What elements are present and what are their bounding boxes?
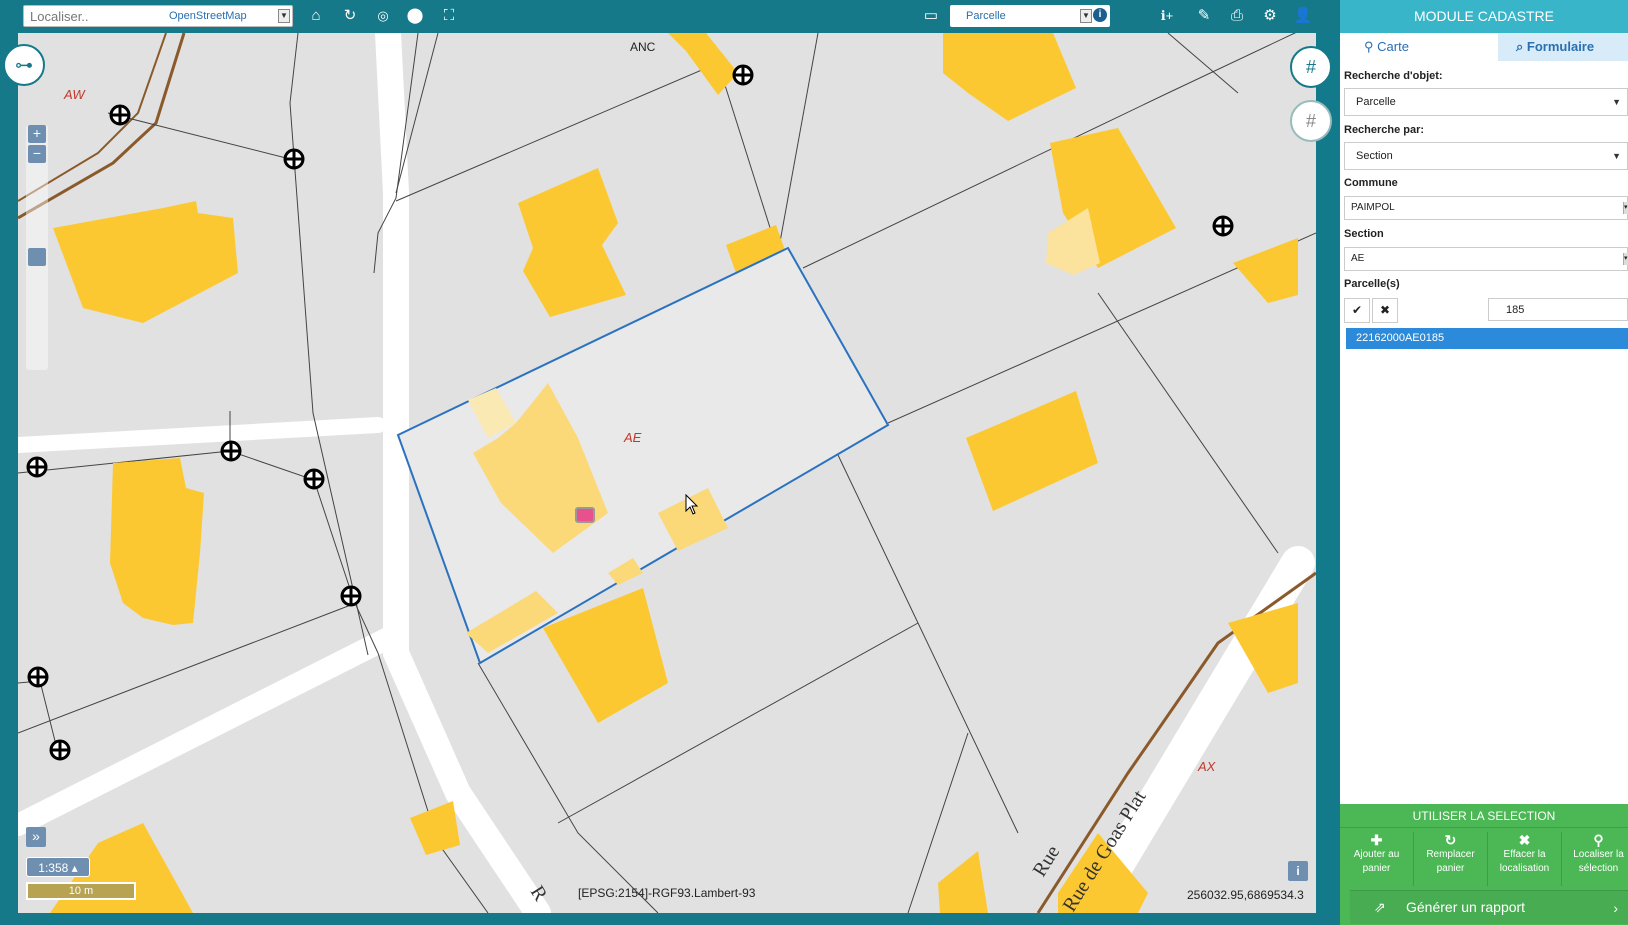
layer-tree-button[interactable]: ⊶ xyxy=(3,44,45,86)
fullscreen-icon[interactable]: ⛶ xyxy=(438,6,460,26)
caret-down-icon: ▾ xyxy=(1623,253,1628,265)
marker-icon: ⚲ xyxy=(1364,39,1378,54)
street-label-rue: Rue xyxy=(1029,842,1065,881)
left-border xyxy=(0,33,18,925)
chevron-down-icon: ▼ xyxy=(1080,9,1092,23)
commune-field[interactable]: PAIMPOL ▾ xyxy=(1344,196,1628,220)
map-canvas[interactable]: AW ANC AE AX Rue Rue de Goas Plat R xyxy=(18,33,1316,913)
projection-label: [EPSG:2154]-RGF93.Lambert-93 xyxy=(578,886,756,900)
sitemap-icon: ⊶ xyxy=(15,55,33,75)
grid-toggle-button[interactable]: # xyxy=(1290,46,1332,88)
layer-select[interactable]: Parcelle ▼ i xyxy=(950,5,1110,27)
user-icon[interactable]: 👤 xyxy=(1292,6,1314,26)
grid-icon: # xyxy=(1305,57,1316,77)
zoom-in-button[interactable]: + xyxy=(28,125,46,143)
grid-off-icon: # xyxy=(1305,111,1316,131)
commune-value: PAIMPOL xyxy=(1351,202,1395,213)
tab-carte[interactable]: ⚲ Carte xyxy=(1340,33,1498,61)
panel-tabs: ⚲ Carte ⌕ Formulaire xyxy=(1340,33,1628,61)
clear-selection-button[interactable]: ✖ xyxy=(1372,298,1398,323)
ruler-icon[interactable]: ▭ xyxy=(920,6,942,26)
search-by-label: Recherche par: xyxy=(1344,124,1425,136)
external-link-icon: ⇗ xyxy=(1374,899,1386,915)
section-label-ax: AX xyxy=(1197,759,1217,774)
section-label-aw: AW xyxy=(63,87,86,102)
map-bottom-border xyxy=(0,913,1340,925)
replace-basket-label: Remplacer panier xyxy=(1426,849,1475,874)
parcel-result-item[interactable]: 22162000AE0185 xyxy=(1346,328,1628,349)
locate-selection-button[interactable]: ⚲ Localiser la sélection xyxy=(1562,832,1628,886)
basemap-select-label: OpenStreetMap xyxy=(169,10,247,22)
top-toolbar: OpenStreetMap ▼ ⌂ ↻ ◎ ⬤ ⛶ ▭ Parcelle ▼ i… xyxy=(0,0,1340,33)
clear-location-button[interactable]: ✖ Effacer la localisation xyxy=(1488,832,1561,886)
basemap-select[interactable]: OpenStreetMap ▼ xyxy=(147,6,292,26)
search-object-value: Parcelle xyxy=(1356,96,1396,108)
select-all-button[interactable]: ✔ xyxy=(1344,298,1370,323)
locate-input[interactable] xyxy=(24,6,144,26)
draw-icon[interactable]: ✎ xyxy=(1193,6,1215,26)
chevron-right-icon: › xyxy=(1613,900,1618,916)
locate-selection-label: Localiser la sélection xyxy=(1573,849,1624,874)
generate-report-button[interactable]: ⇗ Générer un rapport › xyxy=(1350,890,1628,924)
selection-marker xyxy=(575,507,595,523)
gear-icon[interactable]: ⚙ xyxy=(1259,6,1281,26)
section-label: Section xyxy=(1344,228,1384,240)
globe-icon[interactable]: ◎ xyxy=(372,6,394,26)
expand-panel-button[interactable]: » xyxy=(26,827,46,847)
layer-select-label: Parcelle xyxy=(966,10,1006,22)
search-object-select[interactable]: Parcelle ▼ xyxy=(1344,88,1628,116)
tab-formulaire[interactable]: ⌕ Formulaire xyxy=(1498,33,1628,61)
section-field[interactable]: AE ▾ xyxy=(1344,247,1628,271)
home-icon[interactable]: ⌂ xyxy=(305,6,327,26)
close-icon: ✖ xyxy=(1518,832,1531,848)
replace-basket-button[interactable]: ↻ Remplacer panier xyxy=(1414,832,1487,886)
clear-location-label: Effacer la localisation xyxy=(1499,849,1550,874)
commune-label: Commune xyxy=(1344,177,1398,189)
info-plus-icon[interactable]: ℹ+ xyxy=(1152,6,1182,26)
label-anc: ANC xyxy=(630,40,656,54)
road-southwest xyxy=(18,627,399,836)
chevron-down-icon: ▼ xyxy=(278,9,290,23)
map-svg: AW ANC AE AX Rue Rue de Goas Plat R xyxy=(18,33,1316,913)
zoom-control: + − xyxy=(26,125,48,370)
add-to-basket-button[interactable]: ✚ Ajouter au panier xyxy=(1340,832,1413,886)
scale-selector[interactable]: 1:358 ▴ xyxy=(26,857,90,877)
scale-bar: 10 m xyxy=(26,882,136,900)
use-selection-section: UTILISER LA SELECTION ✚ Ajouter au panie… xyxy=(1340,804,1628,925)
search-by-select[interactable]: Section ▼ xyxy=(1344,142,1628,170)
plus-icon: ✚ xyxy=(1370,832,1383,848)
panel-title: MODULE CADASTRE xyxy=(1340,0,1628,33)
search-by-value: Section xyxy=(1356,150,1393,162)
locate-box: OpenStreetMap ▼ xyxy=(23,5,293,27)
section-label-ae: AE xyxy=(623,430,642,445)
cadastre-panel: MODULE CADASTRE ⚲ Carte ⌕ Formulaire Rec… xyxy=(1340,0,1628,925)
map-info-button[interactable]: i xyxy=(1288,861,1308,881)
check-icon: ✔ xyxy=(1351,303,1363,317)
caret-down-icon: ▼ xyxy=(1612,151,1621,161)
section-value: AE xyxy=(1351,253,1365,264)
info-icon[interactable]: i xyxy=(1093,8,1107,22)
caret-down-icon: ▾ xyxy=(1623,202,1628,214)
tab-carte-label: Carte xyxy=(1377,39,1409,54)
add-to-basket-label: Ajouter au panier xyxy=(1353,849,1400,874)
zoom-out-button[interactable]: − xyxy=(28,145,46,163)
search-icon: ⌕ xyxy=(1516,39,1527,54)
refresh-icon[interactable]: ↻ xyxy=(339,6,361,26)
grid-off-button[interactable]: # xyxy=(1290,100,1332,142)
print-icon[interactable]: ⎙ xyxy=(1226,6,1248,26)
generate-report-label: Générer un rapport xyxy=(1406,899,1526,915)
marker-icon[interactable]: ⬤ xyxy=(404,6,426,26)
use-selection-title: UTILISER LA SELECTION xyxy=(1340,804,1628,828)
road-west xyxy=(18,417,386,453)
parcel-filter-input[interactable] xyxy=(1488,298,1628,321)
refresh-icon: ↻ xyxy=(1444,832,1457,848)
tab-formulaire-label: Formulaire xyxy=(1526,39,1595,54)
caret-down-icon: ▼ xyxy=(1612,97,1621,107)
parcels-label: Parcelle(s) xyxy=(1344,278,1400,290)
zoom-slider-handle[interactable] xyxy=(28,248,46,266)
close-icon: ✖ xyxy=(1379,303,1391,317)
marker-icon: ⚲ xyxy=(1593,832,1604,848)
coordinates-readout: 256032.95,6869534.3 xyxy=(1187,888,1304,902)
search-object-label: Recherche d'objet: xyxy=(1344,70,1443,82)
